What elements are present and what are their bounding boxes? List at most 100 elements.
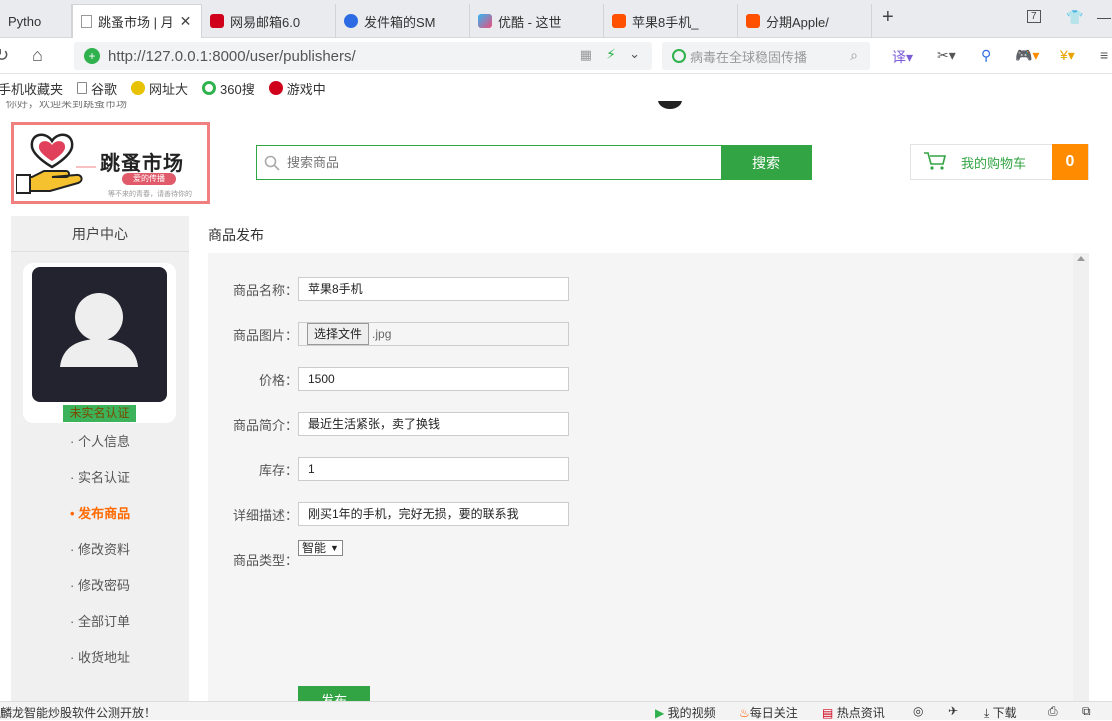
bookmark-google[interactable]: 谷歌	[77, 79, 117, 98]
cart-icon	[923, 151, 949, 174]
page-icon	[77, 82, 88, 94]
rocket-icon[interactable]: ✈	[948, 704, 958, 718]
tab-python[interactable]: Pytho	[0, 4, 72, 38]
speed-icon[interactable]: ◎	[913, 704, 923, 718]
bookmark-mobile-favorites[interactable]: 手机收藏夹	[0, 79, 63, 98]
user-avatar-icon[interactable]	[658, 101, 682, 109]
bookmark-360-search[interactable]: 360搜	[202, 79, 255, 98]
browser-search-box[interactable]: 病毒在全球稳固传播 ⌕	[662, 42, 870, 70]
new-tab-icon[interactable]: +	[882, 6, 894, 29]
search-button[interactable]: 搜索	[721, 146, 811, 179]
image-label: 商品图片：	[232, 327, 298, 343]
cart-count-badge: 0	[1052, 144, 1088, 180]
search-input[interactable]	[287, 146, 721, 179]
tab-netease-mail[interactable]: 网易邮箱6.0	[202, 4, 336, 38]
game-center-icon	[268, 81, 283, 95]
restore-icon[interactable]: ⧉	[1082, 704, 1091, 719]
selected-type: 智能	[302, 541, 327, 555]
sidebar-item-personal-info[interactable]: · 个人信息	[11, 424, 189, 460]
file-name-text: .jpg	[372, 327, 392, 341]
download-item[interactable]: ⤓ 下载	[984, 704, 1017, 721]
secure-shield-icon: +	[84, 48, 100, 64]
status-item-label: 每日关注	[749, 706, 798, 720]
sidebar-item-edit-profile[interactable]: · 修改资料	[11, 532, 189, 568]
sidebar-item-shipping-address[interactable]: · 收货地址	[11, 640, 189, 676]
tab-label: Pytho	[8, 13, 42, 29]
home-icon[interactable]: ⌂	[32, 45, 43, 66]
browser-tab-strip: Pytho 跳蚤市场 | 月 ✕ 网易邮箱6.0 发件箱的SM 优酷 - 这世 …	[0, 0, 1112, 38]
tab-label: 跳蚤市场 | 月	[98, 15, 174, 30]
address-bar[interactable]: + http://127.0.0.1:8000/user/publishers/…	[74, 42, 652, 70]
product-name-input[interactable]: 苹果8手机	[298, 277, 569, 301]
stock-label: 库存：	[258, 462, 298, 478]
print-icon[interactable]: ⎙	[1048, 704, 1058, 719]
sidebar-item-all-orders[interactable]: · 全部订单	[11, 604, 189, 640]
price-label: 价格：	[258, 372, 298, 388]
publish-button[interactable]: 发布	[298, 686, 370, 701]
reload-icon[interactable]: ↻	[0, 45, 9, 66]
verify-status-badge[interactable]: 未实名认证	[63, 405, 136, 422]
bookmark-games[interactable]: 游戏中	[268, 79, 326, 98]
tab-taobao-iphone8[interactable]: 苹果8手机_	[604, 4, 738, 38]
daily-follow-item[interactable]: ♨每日关注	[739, 704, 798, 721]
hot-news-item[interactable]: ▤ 热点资讯	[822, 704, 885, 721]
site-logo[interactable]: 跳蚤市场 爱的传播 等不来的青春，请善待你的	[11, 122, 210, 204]
news-ticker[interactable]: 麟龙智能炒股软件公测开放！	[0, 704, 156, 721]
tab-outbox[interactable]: 发件箱的SM	[336, 4, 470, 38]
flame-icon: ♨	[739, 706, 750, 720]
publish-form-panel: 商品名称： 苹果8手机 商品图片： 选择文件 .jpg 价格： 1500 商品简…	[208, 253, 1089, 701]
bookmark-label: 网址大	[149, 81, 189, 97]
intro-input[interactable]: 最近生活紧张，卖了换钱	[298, 412, 569, 436]
coupon-icon[interactable]: ¥▾	[1060, 47, 1075, 64]
stock-input[interactable]: 1	[298, 457, 569, 481]
dropdown-arrow-icon: ▼	[330, 543, 339, 553]
tab-label: 苹果8手机_	[632, 14, 699, 30]
menu-icon[interactable]: ≡	[1100, 47, 1108, 63]
tab-youku[interactable]: 优酷 - 这世	[470, 4, 604, 38]
product-type-select[interactable]: 智能 ▼	[298, 540, 343, 556]
minimize-icon[interactable]: —	[1097, 9, 1111, 25]
search-icon	[257, 146, 287, 179]
form-row-name: 商品名称： 苹果8手机	[208, 277, 608, 301]
gamepad-icon[interactable]: 🎮▾	[1015, 47, 1039, 64]
sidebar-item-publish-product[interactable]: • 发布商品	[11, 496, 189, 532]
bookmark-url-nav[interactable]: 网址大	[131, 79, 188, 98]
avatar[interactable]	[32, 267, 167, 402]
taobao-icon	[612, 14, 626, 28]
form-row-intro: 商品简介： 最近生活紧张，卖了换钱	[208, 412, 608, 436]
sidebar-item-change-password[interactable]: · 修改密码	[11, 568, 189, 604]
tab-flea-market[interactable]: 跳蚤市场 | 月 ✕	[72, 4, 202, 38]
my-video-item[interactable]: ▶ 我的视频	[655, 704, 716, 721]
sidebar-item-real-name-auth[interactable]: · 实名认证	[11, 460, 189, 496]
search-icon[interactable]: ⌕	[850, 47, 858, 64]
magnifier-icon[interactable]: ⚲	[981, 47, 991, 64]
price-input[interactable]: 1500	[298, 367, 569, 391]
360-icon	[202, 81, 217, 95]
tab-taobao-apple[interactable]: 分期Apple/	[738, 4, 872, 38]
tab-label: 网易邮箱6.0	[230, 14, 301, 30]
status-item-label: 下载	[992, 706, 1017, 720]
translate-icon[interactable]: 译▾	[892, 47, 913, 67]
avatar-card: 未实名认证	[23, 263, 176, 423]
close-tab-icon[interactable]: ✕	[180, 13, 192, 30]
qr-code-icon[interactable]: ▦	[580, 47, 592, 63]
chevron-down-icon[interactable]: ⌄	[629, 46, 640, 62]
form-row-image: 商品图片： 选择文件 .jpg	[208, 322, 608, 346]
scrollbar[interactable]	[1073, 253, 1089, 701]
choose-file-button[interactable]: 选择文件	[307, 323, 370, 345]
tab-label: 发件箱的SM	[364, 14, 436, 30]
description-input[interactable]: 刚买1年的手机，完好无损，要的联系我	[298, 502, 569, 526]
form-row-price: 价格： 1500	[208, 367, 608, 391]
shopping-cart[interactable]: 我的购物车 0	[910, 144, 1089, 180]
bookmark-label: 谷歌	[91, 81, 118, 97]
image-file-input: 选择文件 .jpg	[298, 322, 569, 346]
url-text[interactable]: http://127.0.0.1:8000/user/publishers/	[108, 48, 356, 65]
shirt-icon[interactable]: 👕	[1066, 9, 1083, 26]
tab-label: 优酷 - 这世	[498, 14, 562, 30]
address-bar-row: ↻ ⌂ + http://127.0.0.1:8000/user/publish…	[0, 38, 1112, 74]
scissors-icon[interactable]: ✂▾	[937, 47, 956, 64]
tab-count-icon[interactable]: 7	[1027, 10, 1041, 23]
scroll-up-arrow-icon[interactable]	[1077, 256, 1085, 261]
lightning-icon[interactable]: ⚡	[606, 46, 616, 63]
browser-search-placeholder: 病毒在全球稳固传播	[690, 49, 808, 65]
